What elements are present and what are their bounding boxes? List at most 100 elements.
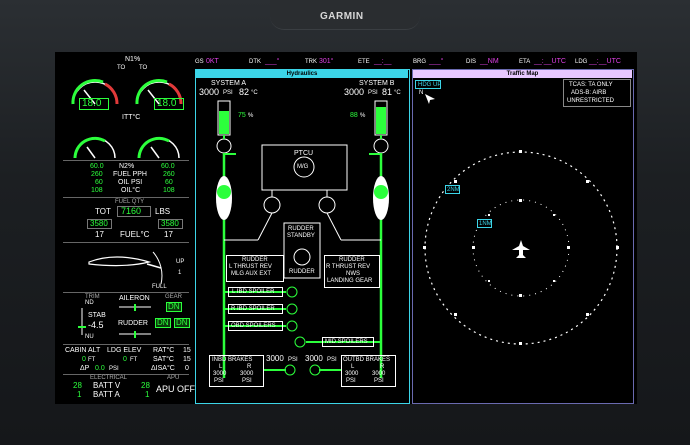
ldg-elev-unit: FT xyxy=(130,357,138,363)
batt-v-left: 28 xyxy=(73,381,82,390)
nws: NWS xyxy=(346,271,360,277)
fuel-flow-label: FUEL PPH xyxy=(113,171,147,178)
range-2nm: 2NM xyxy=(447,187,460,193)
flap-up-label: UP xyxy=(176,259,185,265)
n1-label: N1% xyxy=(125,56,141,63)
apu-label: APU xyxy=(167,375,180,381)
traffic-rings-icon xyxy=(423,150,619,345)
stab-label: STAB xyxy=(88,312,106,319)
ete-label: ETE xyxy=(358,59,370,65)
gear-label: GEAR xyxy=(165,294,183,300)
oil-psi-right: 60 xyxy=(165,179,173,186)
cabin-alt-value: 0 xyxy=(82,356,86,363)
oil-temp-label: OIL°C xyxy=(121,187,141,194)
mfd-screen: GS 0KT DTK ___° TRK 301° ETE __:__ BRG _… xyxy=(55,52,637,404)
left-rudder: RUDDER xyxy=(242,257,268,263)
dis-label: DIS xyxy=(466,59,477,65)
gs-label: GS xyxy=(195,59,204,65)
eta-value: __:__UTC xyxy=(534,58,566,65)
inbd-l: L xyxy=(219,364,223,370)
ptcu-label: PTCU xyxy=(294,150,314,157)
ldg-elev-value: 0 xyxy=(123,356,127,363)
outbd-r: R xyxy=(380,364,385,370)
fuel-flow-right: 260 xyxy=(163,171,175,178)
rudder-scale-icon xyxy=(119,331,151,338)
gear-left-status: DN xyxy=(157,318,169,327)
fuel-qty-left: 3580 xyxy=(90,219,108,228)
fuel-tot-unit: LBS xyxy=(155,207,171,216)
outbd-l-unit: PSI xyxy=(346,378,356,384)
traffic-map-panel: Traffic Map HDG UP N TCAS: TA ONLY ADS-B… xyxy=(412,69,634,404)
rudder-standby-line2: STANDBY xyxy=(287,233,315,239)
rat-value: 15 xyxy=(183,347,191,354)
batt-a-left: 1 xyxy=(77,390,82,399)
landing-gear: LANDING GEAR xyxy=(327,278,373,284)
accum-left-psi: 3000 xyxy=(266,354,284,363)
fuel-tot-value: 7160 xyxy=(121,206,142,216)
dtk-label: DTK xyxy=(249,59,261,65)
oil-psi-left: 60 xyxy=(95,179,103,186)
outbd-l-value: 3000 xyxy=(345,371,359,377)
range-ring-inner-label: 1NM xyxy=(477,219,492,228)
fuel-qty-right: 3580 xyxy=(161,219,179,228)
mid-spoilers: MID SPOILERS xyxy=(325,339,368,345)
stab-nu-label: NU xyxy=(85,334,94,340)
gear-nose-status: DN xyxy=(168,302,180,311)
dtk-value: ___° xyxy=(265,58,280,65)
fuel-qty-label: FUEL QTY xyxy=(115,199,145,205)
fuel-temp-right: 17 xyxy=(164,230,173,239)
oil-temp-right: 108 xyxy=(163,187,175,194)
sat-label: SAT°C xyxy=(153,356,174,363)
rudder-standby-actuator: RUDDER xyxy=(289,269,315,275)
gs-value: 0KT xyxy=(206,58,219,65)
ete-value: __:__ xyxy=(374,58,392,65)
l-ibd-spoiler: L IBD SPOILER xyxy=(232,289,275,295)
batt-a-right: 1 xyxy=(145,390,150,399)
range-ring-outer-label: 2NM xyxy=(445,185,460,194)
cabin-alt-label: CABIN ALT xyxy=(65,347,101,354)
accum-right-unit: PSI xyxy=(327,357,337,363)
isa-value: 0 xyxy=(185,365,189,372)
brg-value: ___° xyxy=(429,58,444,65)
outbd-brakes: OUTBD BRAKES xyxy=(343,357,391,363)
right-rudder: RUDDER xyxy=(339,257,365,263)
inbd-r-value: 3000 xyxy=(240,371,254,377)
fuel-temp-label: FUEL°C xyxy=(120,230,150,239)
delta-p-label: ΔP xyxy=(80,365,90,372)
stab-value: -4.5 xyxy=(88,320,104,330)
inbd-brakes: INBD BRAKES xyxy=(212,357,253,363)
itt-label: ITT°C xyxy=(122,114,141,121)
rudder-standby-line1: RUDDER xyxy=(288,226,314,232)
batt-v-label: BATT V xyxy=(93,381,121,390)
sat-value: 15 xyxy=(183,356,191,363)
trk-label: TRK xyxy=(305,59,317,65)
fuel-temp-left: 17 xyxy=(95,230,104,239)
n2-left: 60.0 xyxy=(90,163,104,170)
n1-left-value: 18.0 xyxy=(82,98,102,109)
ldg-value: __:__UTC xyxy=(589,58,621,65)
obd-spoilers: OBD SPOILERS xyxy=(231,323,276,329)
oil-temp-left: 108 xyxy=(91,187,103,194)
rudder-trim-label: RUDDER xyxy=(118,320,148,327)
n2-right: 60.0 xyxy=(161,163,175,170)
brand-logo: GARMIN xyxy=(320,11,364,22)
fuel-flow-left: 260 xyxy=(91,171,103,178)
rat-label: RAT°C xyxy=(153,347,175,354)
left-thrust-rev: L THRUST REV xyxy=(229,264,272,270)
ldg-label: LDG xyxy=(575,59,588,65)
aileron-label: AILERON xyxy=(119,295,150,302)
batt-a-label: BATT A xyxy=(93,390,120,399)
ldg-elev-label: LDG ELEV xyxy=(107,347,142,354)
gear-right-status: DN xyxy=(176,318,188,327)
range-1nm: 1NM xyxy=(479,221,492,227)
stab-scale-icon xyxy=(78,308,86,335)
flap-indicator-icon xyxy=(88,251,163,285)
inbd-l-value: 3000 xyxy=(213,371,227,377)
hydraulics-panel: Hydraulics SYSTEM A SYSTEM B 3000 PSI 82… xyxy=(195,69,410,404)
cabin-alt-unit: FT xyxy=(88,357,96,363)
n1-right-value: 18.0 xyxy=(157,98,177,109)
delta-p-value: 0.0 xyxy=(95,365,105,372)
inbd-l-unit: PSI xyxy=(214,378,224,384)
flap-full-label: FULL xyxy=(152,284,167,290)
r-ibd-spoiler: R IBD SPOILER xyxy=(231,306,275,312)
